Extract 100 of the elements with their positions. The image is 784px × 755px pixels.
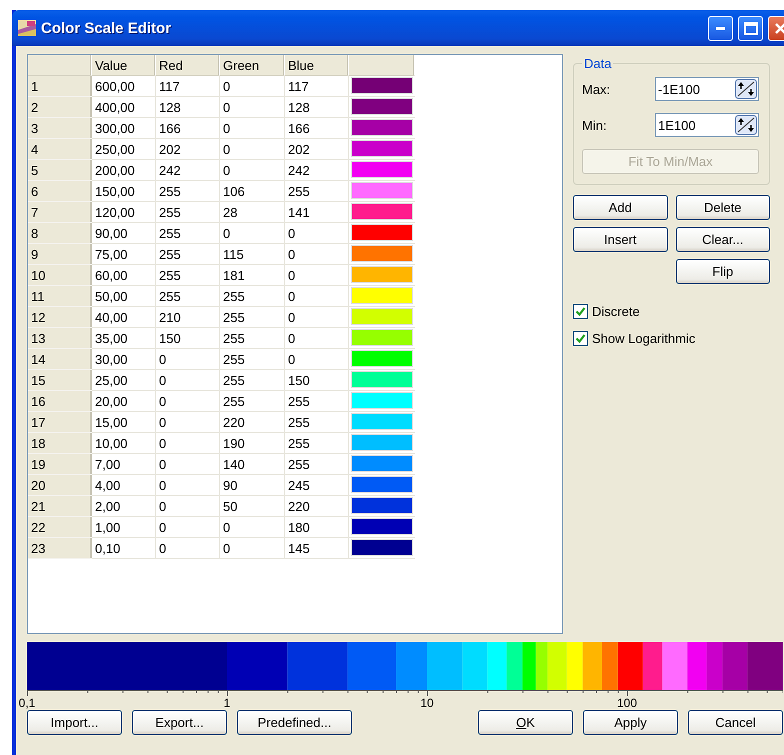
table-cell: 150 bbox=[285, 370, 349, 391]
row-header[interactable]: 14 bbox=[28, 349, 92, 370]
color-swatch[interactable] bbox=[351, 518, 413, 535]
axis-label: 10 bbox=[420, 696, 434, 710]
color-swatch[interactable] bbox=[351, 539, 413, 556]
row-header[interactable]: 7 bbox=[28, 202, 92, 223]
table-cell: 202 bbox=[156, 139, 220, 160]
footer-button[interactable]: Apply bbox=[583, 710, 678, 735]
table-cell: 220 bbox=[285, 496, 349, 517]
color-swatch[interactable] bbox=[351, 434, 413, 451]
row-header[interactable]: 5 bbox=[28, 160, 92, 181]
row-header[interactable]: 6 bbox=[28, 181, 92, 202]
footer-button[interactable]: Export... bbox=[132, 710, 227, 735]
footer-button[interactable]: Predefined... bbox=[237, 710, 352, 735]
row-header[interactable]: 21 bbox=[28, 496, 92, 517]
table-cell: 0 bbox=[220, 118, 285, 139]
color-swatch[interactable] bbox=[351, 287, 413, 304]
row-header[interactable]: 8 bbox=[28, 223, 92, 244]
checkbox[interactable] bbox=[573, 304, 588, 319]
table-cell: 0 bbox=[220, 517, 285, 538]
footer-button[interactable]: Cancel bbox=[688, 710, 783, 735]
column-header[interactable]: Red bbox=[156, 55, 220, 76]
table-cell: 117 bbox=[156, 76, 220, 97]
column-header[interactable]: Blue bbox=[285, 55, 349, 76]
row-header[interactable]: 19 bbox=[28, 454, 92, 475]
row-header[interactable]: 1 bbox=[28, 76, 92, 97]
group-title: Data bbox=[583, 56, 612, 71]
column-header[interactable]: Value bbox=[92, 55, 156, 76]
color-swatch[interactable] bbox=[351, 413, 413, 430]
table-cell: 255 bbox=[156, 223, 220, 244]
color-swatch[interactable] bbox=[351, 308, 413, 325]
row-header[interactable]: 9 bbox=[28, 244, 92, 265]
row-header[interactable]: 15 bbox=[28, 370, 92, 391]
color-swatch[interactable] bbox=[351, 455, 413, 472]
row-header[interactable]: 10 bbox=[28, 265, 92, 286]
table-cell: 30,00 bbox=[92, 349, 156, 370]
action-button[interactable]: Insert bbox=[573, 227, 668, 252]
table-cell: 0 bbox=[285, 244, 349, 265]
color-swatch[interactable] bbox=[351, 350, 413, 367]
table-cell: 0 bbox=[285, 286, 349, 307]
minimize-icon bbox=[716, 26, 725, 30]
window-title: Color Scale Editor bbox=[41, 20, 172, 36]
table-cell: 0 bbox=[220, 76, 285, 97]
table-cell: 90 bbox=[220, 475, 285, 496]
table-cell: 128 bbox=[156, 97, 220, 118]
action-button[interactable]: Clear... bbox=[676, 227, 770, 252]
color-swatch[interactable] bbox=[351, 119, 413, 136]
row-header[interactable]: 3 bbox=[28, 118, 92, 139]
color-swatch[interactable] bbox=[351, 329, 413, 346]
color-swatch[interactable] bbox=[351, 266, 413, 283]
color-swatch[interactable] bbox=[351, 476, 413, 493]
table-cell: 0 bbox=[220, 139, 285, 160]
table-cell: 0 bbox=[220, 160, 285, 181]
row-header[interactable]: 20 bbox=[28, 475, 92, 496]
color-swatch[interactable] bbox=[351, 224, 413, 241]
spin-arrows-icon[interactable] bbox=[735, 79, 757, 99]
color-swatch[interactable] bbox=[351, 497, 413, 514]
table-cell: 4,00 bbox=[92, 475, 156, 496]
table-cell: 255 bbox=[156, 244, 220, 265]
row-header[interactable]: 11 bbox=[28, 286, 92, 307]
action-button[interactable]: Delete bbox=[676, 195, 770, 220]
color-swatch[interactable] bbox=[351, 98, 413, 115]
row-header[interactable]: 13 bbox=[28, 328, 92, 349]
table-cell: 60,00 bbox=[92, 265, 156, 286]
spin-arrows-icon[interactable] bbox=[735, 115, 757, 135]
row-header[interactable]: 12 bbox=[28, 307, 92, 328]
table-cell: 141 bbox=[285, 202, 349, 223]
table-cell: 1,00 bbox=[92, 517, 156, 538]
color-swatch[interactable] bbox=[351, 140, 413, 157]
table-cell: 202 bbox=[285, 139, 349, 160]
maximize-button[interactable] bbox=[738, 16, 763, 40]
table-cell: 0 bbox=[156, 538, 220, 559]
table-cell: 0 bbox=[156, 454, 220, 475]
footer-button[interactable]: Import... bbox=[27, 710, 122, 735]
color-swatch[interactable] bbox=[351, 77, 413, 94]
color-swatch[interactable] bbox=[351, 245, 413, 262]
action-button[interactable]: Flip bbox=[676, 259, 770, 284]
row-header[interactable]: 17 bbox=[28, 412, 92, 433]
table-cell: 0 bbox=[156, 496, 220, 517]
color-swatch[interactable] bbox=[351, 203, 413, 220]
color-swatch[interactable] bbox=[351, 371, 413, 388]
color-swatch[interactable] bbox=[351, 392, 413, 409]
action-button[interactable]: Add bbox=[573, 195, 668, 220]
row-header[interactable]: 23 bbox=[28, 538, 92, 559]
table-cell: 210 bbox=[156, 307, 220, 328]
row-header[interactable]: 18 bbox=[28, 433, 92, 454]
table-cell: 166 bbox=[156, 118, 220, 139]
row-header[interactable]: 22 bbox=[28, 517, 92, 538]
color-swatch[interactable] bbox=[351, 161, 413, 178]
checkbox[interactable] bbox=[573, 331, 588, 346]
row-header[interactable]: 16 bbox=[28, 391, 92, 412]
minimize-button[interactable] bbox=[708, 16, 733, 40]
table-cell: 0 bbox=[285, 328, 349, 349]
table-cell: 300,00 bbox=[92, 118, 156, 139]
column-header[interactable]: Green bbox=[220, 55, 285, 76]
color-swatch[interactable] bbox=[351, 182, 413, 199]
row-header[interactable]: 4 bbox=[28, 139, 92, 160]
footer-button[interactable]: OK bbox=[478, 710, 573, 735]
row-header[interactable]: 2 bbox=[28, 97, 92, 118]
table-cell: 90,00 bbox=[92, 223, 156, 244]
